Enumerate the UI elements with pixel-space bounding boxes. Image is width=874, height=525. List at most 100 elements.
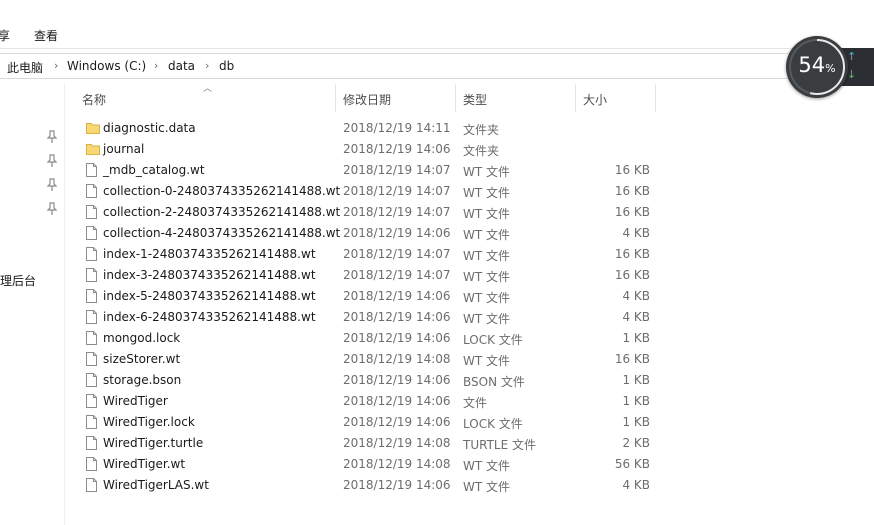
file-type: WT 文件 [463, 165, 511, 179]
percent-value: 54 [798, 53, 826, 77]
file-type: TURTLE 文件 [463, 438, 536, 452]
tab-share[interactable]: 享 [0, 27, 10, 44]
file-row[interactable]: collection-4-2480374335262141488.wt 2018/… [78, 223, 668, 244]
speed-widget[interactable]: 54% ↑ ↓ [786, 36, 874, 98]
file-row[interactable]: diagnostic.data 2018/12/19 14:11 文件夹 [78, 118, 668, 139]
file-name[interactable]: collection-2-2480374335262141488.wt [103, 205, 340, 219]
pin-icon[interactable] [47, 178, 57, 192]
file-type: 文件夹 [463, 144, 500, 158]
breadcrumb-this-pc[interactable]: 此电脑 [7, 59, 43, 76]
file-date: 2018/12/19 14:06 [343, 394, 451, 408]
file-date: 2018/12/19 14:07 [343, 184, 451, 198]
column-divider[interactable] [335, 84, 336, 112]
file-icon [86, 226, 97, 240]
file-row[interactable]: collection-0-2480374335262141488.wt 2018/… [78, 181, 668, 202]
file-name[interactable]: journal [103, 142, 144, 156]
file-row[interactable]: WiredTiger.turtle 2018/12/19 14:08 TURTLE … [78, 433, 668, 454]
file-row[interactable]: index-1-2480374335262141488.wt 2018/12/19… [78, 244, 668, 265]
file-type: WT 文件 [463, 312, 511, 326]
file-type: LOCK 文件 [463, 333, 523, 347]
file-name[interactable]: index-6-2480374335262141488.wt [103, 310, 316, 324]
file-row[interactable]: journal 2018/12/19 14:06 文件夹 [78, 139, 668, 160]
column-divider[interactable] [655, 84, 656, 112]
file-row[interactable]: WiredTiger 2018/12/19 14:06 文件 1 KB [78, 391, 668, 412]
file-name[interactable]: collection-0-2480374335262141488.wt [103, 184, 340, 198]
file-row[interactable]: sizeStorer.wt 2018/12/19 14:08 WT 文件 16 KB [78, 349, 668, 370]
file-name[interactable]: index-3-2480374335262141488.wt [103, 268, 316, 282]
file-name[interactable]: _mdb_catalog.wt [103, 163, 205, 177]
gauge: 54% [786, 36, 848, 98]
sort-up-icon: ︿ [203, 84, 213, 94]
column-name[interactable]: 名称 [82, 91, 106, 108]
file-row[interactable]: WiredTigerLAS.wt 2018/12/19 14:06 WT 文件 4 K… [78, 475, 668, 496]
file-name[interactable]: diagnostic.data [103, 121, 196, 135]
folder-icon [86, 123, 100, 134]
address-bar[interactable]: 此电脑 › Windows (C:) › data › db [0, 53, 812, 79]
file-icon [86, 163, 97, 177]
file-date: 2018/12/19 14:11 [343, 121, 451, 135]
folder-icon [86, 144, 100, 155]
file-type: 文件 [463, 396, 488, 410]
file-row[interactable]: index-3-2480374335262141488.wt 2018/12/19… [78, 265, 668, 286]
percent-unit: % [825, 62, 836, 75]
file-date: 2018/12/19 14:06 [343, 331, 451, 345]
breadcrumb-drive[interactable]: Windows (C:) [67, 59, 146, 73]
file-name[interactable]: mongod.lock [103, 331, 180, 345]
file-icon [86, 436, 97, 450]
breadcrumb-data[interactable]: data [168, 59, 195, 73]
file-size: 16 KB [614, 205, 650, 219]
tab-view[interactable]: 查看 [34, 27, 58, 44]
ribbon-divider [0, 48, 874, 49]
file-name[interactable]: WiredTiger [103, 394, 168, 408]
file-name[interactable]: index-5-2480374335262141488.wt [103, 289, 316, 303]
file-size: 4 KB [622, 289, 650, 303]
file-row[interactable]: WiredTiger.lock 2018/12/19 14:06 LOCK 文件 1 … [78, 412, 668, 433]
file-row[interactable]: storage.bson 2018/12/19 14:06 BSON 文件 1 KB [78, 370, 668, 391]
file-type: LOCK 文件 [463, 417, 523, 431]
file-size: 16 KB [614, 352, 650, 366]
file-icon [86, 394, 97, 408]
file-name[interactable]: WiredTiger.lock [103, 415, 195, 429]
chevron-right-icon[interactable]: › [54, 59, 58, 72]
file-size: 1 KB [622, 394, 650, 408]
file-icon [86, 268, 97, 282]
file-size: 1 KB [622, 415, 650, 429]
file-name[interactable]: WiredTigerLAS.wt [103, 478, 209, 492]
chevron-right-icon[interactable]: › [154, 59, 158, 72]
file-row[interactable]: WiredTiger.wt 2018/12/19 14:08 WT 文件 56 KB [78, 454, 668, 475]
file-icon [86, 478, 97, 492]
file-row[interactable]: index-6-2480374335262141488.wt 2018/12/19… [78, 307, 668, 328]
breadcrumb-db[interactable]: db [219, 59, 234, 73]
file-row[interactable]: mongod.lock 2018/12/19 14:06 LOCK 文件 1 KB [78, 328, 668, 349]
file-size: 16 KB [614, 163, 650, 177]
file-type: WT 文件 [463, 270, 511, 284]
file-name[interactable]: index-1-2480374335262141488.wt [103, 247, 316, 261]
file-row[interactable]: collection-2-2480374335262141488.wt 2018/… [78, 202, 668, 223]
column-size[interactable]: 大小 [583, 91, 607, 108]
file-name[interactable]: sizeStorer.wt [103, 352, 180, 366]
file-name[interactable]: WiredTiger.turtle [103, 436, 203, 450]
column-divider[interactable] [575, 84, 576, 112]
file-row[interactable]: index-5-2480374335262141488.wt 2018/12/19… [78, 286, 668, 307]
file-type: WT 文件 [463, 249, 511, 263]
column-type[interactable]: 类型 [463, 91, 487, 108]
file-size: 1 KB [622, 373, 650, 387]
file-name[interactable]: WiredTiger.wt [103, 457, 185, 471]
nav-item-label[interactable]: 理后台 [0, 272, 36, 289]
chevron-right-icon[interactable]: › [205, 59, 209, 72]
file-size: 16 KB [614, 184, 650, 198]
file-name[interactable]: storage.bson [103, 373, 181, 387]
file-date: 2018/12/19 14:08 [343, 457, 451, 471]
file-row[interactable]: _mdb_catalog.wt 2018/12/19 14:07 WT 文件 16 K… [78, 160, 668, 181]
file-type: WT 文件 [463, 354, 511, 368]
file-size: 2 KB [622, 436, 650, 450]
column-divider[interactable] [455, 84, 456, 112]
file-icon [86, 373, 97, 387]
column-date[interactable]: 修改日期 [343, 91, 391, 108]
file-date: 2018/12/19 14:06 [343, 478, 451, 492]
file-icon [86, 205, 97, 219]
pin-icon[interactable] [47, 130, 57, 144]
pin-icon[interactable] [47, 202, 57, 216]
pin-icon[interactable] [47, 154, 57, 168]
file-name[interactable]: collection-4-2480374335262141488.wt [103, 226, 340, 240]
